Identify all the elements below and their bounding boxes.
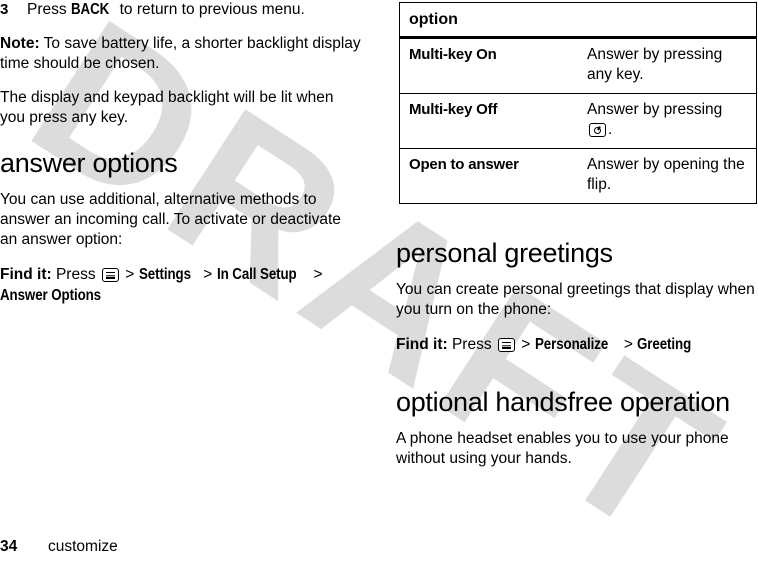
table-cell-option: Multi-key Off — [399, 93, 578, 149]
table-cell-option: Multi-key On — [409, 46, 497, 63]
find-it-sep-3: > — [309, 266, 323, 283]
find-it-sep-1: > — [120, 266, 139, 283]
page-number: 34 — [0, 538, 18, 555]
find-it-greeting: Find it: Press > Personalize > Greeting — [396, 334, 758, 355]
table-row: Open to answer Answer by opening the fli… — [399, 148, 757, 204]
table-header-row: option — [399, 2, 757, 39]
note-text: To save battery life, a shorter backligh… — [0, 35, 361, 72]
step-text-after: to return to previous menu. — [115, 1, 305, 18]
find-it-sep-1: > — [516, 336, 535, 353]
table-cell-description-text: Answer by opening the flip. — [587, 156, 745, 193]
step-key-name: BACK — [70, 1, 110, 18]
find-it-item-personalize: Personalize — [534, 336, 608, 353]
answer-options-intro: You can use additional, alternative meth… — [0, 191, 341, 248]
find-it-label: Find it: — [396, 336, 448, 353]
personal-greetings-intro: You can create personal greetings that d… — [396, 281, 755, 318]
table-header-option: option — [399, 2, 757, 39]
find-it-sep-2: > — [619, 336, 638, 353]
right-column: option Multi-key On Answer by pressing a… — [396, 0, 758, 483]
optional-handsfree-heading: optional handsfree operation — [396, 387, 730, 417]
table-cell-description: Answer by pressing . — [578, 93, 757, 149]
find-it-sep-2: > — [198, 266, 217, 283]
personal-greetings-heading: personal greetings — [396, 238, 613, 268]
table-cell-description: Answer by pressing any key. — [578, 38, 757, 94]
left-column: 3 Press BACK to return to previous menu. … — [0, 0, 362, 320]
table-row: Multi-key On Answer by pressing any key. — [400, 38, 757, 94]
manual-page: 3 Press BACK to return to previous menu. … — [0, 0, 758, 564]
table-cell-description-text: Answer by pressing any key. — [587, 46, 723, 83]
table-cell-description-tail: . — [608, 121, 613, 138]
send-key-icon — [589, 123, 606, 137]
table-row: Multi-key Off Answer by pressing . — [399, 93, 757, 149]
optional-handsfree-body: A phone headset enables you to use your … — [396, 430, 729, 467]
find-it-item-greeting: Greeting — [637, 336, 692, 353]
backlight-paragraph: The display and keypad backlight will be… — [0, 89, 334, 126]
table-cell-option: Open to answer — [399, 148, 578, 204]
answer-options-heading: answer options — [0, 148, 178, 178]
find-it-answer-options: Find it: Press > Settings > In Call Setu… — [0, 264, 362, 306]
answer-options-table: option Multi-key On Answer by pressing a… — [399, 2, 757, 204]
note-label: Note: — [0, 35, 40, 52]
menu-key-icon — [101, 268, 119, 282]
table-cell-description-text: Answer by pressing — [587, 101, 723, 118]
step-number: 3 — [0, 1, 9, 18]
find-it-item-in-call-setup: In Call Setup — [216, 266, 297, 283]
note-paragraph: Note: To save battery life, a shorter ba… — [0, 34, 362, 74]
table-cell-description: Answer by opening the flip. — [578, 148, 757, 204]
find-it-item-answer-options: Answer Options — [0, 287, 102, 304]
chapter-name: customize — [48, 538, 118, 555]
find-it-press: Press — [447, 336, 496, 353]
menu-key-icon — [497, 338, 515, 352]
find-it-item-settings: Settings — [138, 266, 191, 283]
numbered-step: 3 Press BACK to return to previous menu. — [0, 0, 362, 20]
find-it-label: Find it: — [0, 266, 52, 283]
find-it-press: Press — [51, 266, 100, 283]
step-text-before: Press — [27, 1, 71, 18]
